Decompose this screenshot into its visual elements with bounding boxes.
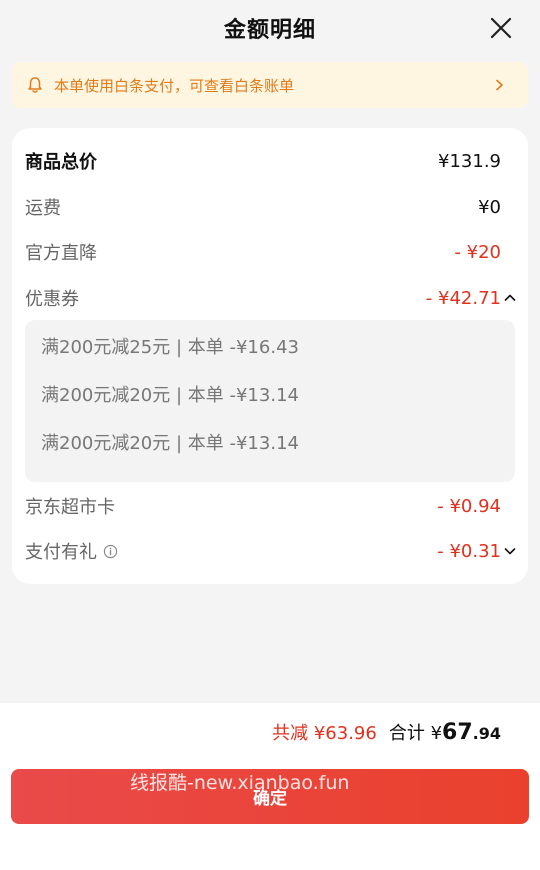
header: 金额明细 [0, 0, 540, 56]
page-title: 金额明细 [223, 18, 316, 43]
price-summary: 共减 ¥63.96 合计 ¥ 67 .94 [272, 719, 501, 747]
amount-detail-card: 商品总价 ¥131.9 运费 ¥0 官方直降 - ¥20 优惠券 - ¥42.7… [12, 128, 528, 584]
info-icon[interactable] [103, 544, 118, 559]
row-supermarket-card: 京东超市卡 - ¥0.94 [25, 491, 501, 521]
row-coupon[interactable]: 优惠券 - ¥42.71 [25, 283, 516, 313]
notice-text: 本单使用白条支付，可查看白条账单 [54, 76, 295, 95]
coupon-detail-box: 满200元减25元 | 本单 -¥16.43 满200元减20元 | 本单 -¥… [25, 320, 515, 482]
payment-gift-label-wrap: 支付有礼 [25, 538, 118, 564]
total-decimal: .94 [472, 724, 501, 743]
supermarket-card-value: - ¥0.94 [437, 495, 501, 517]
chevron-up-icon[interactable] [504, 292, 516, 304]
coupon-value-wrap[interactable]: - ¥42.71 [425, 287, 516, 309]
coupon-item: 满200元减25元 | 本单 -¥16.43 [41, 337, 299, 358]
footer-bar: 共减 ¥63.96 合计 ¥ 67 .94 确定 [0, 703, 540, 870]
shipping-value: ¥0 [478, 196, 501, 218]
coupon-item: 满200元减20元 | 本单 -¥13.14 [41, 385, 299, 406]
supermarket-card-label: 京东超市卡 [25, 497, 115, 518]
shipping-label: 运费 [25, 198, 61, 219]
row-official-discount: 官方直降 - ¥20 [25, 237, 501, 267]
coupon-item: 满200元减20元 | 本单 -¥13.14 [41, 433, 299, 454]
total-price-value: ¥131.9 [438, 150, 501, 172]
payment-gift-value-wrap[interactable]: - ¥0.31 [437, 540, 516, 562]
chevron-down-icon[interactable] [504, 545, 516, 557]
official-discount-label: 官方直降 [25, 243, 97, 264]
close-button[interactable] [488, 15, 514, 41]
total-saved: 共减 ¥63.96 [272, 723, 377, 744]
bell-icon [28, 77, 42, 93]
total-label: 合计 ¥ [388, 723, 443, 744]
payment-gift-label: 支付有礼 [25, 542, 97, 563]
coupon-value: - ¥42.71 [425, 287, 501, 309]
chevron-right-icon [496, 79, 503, 91]
row-payment-gift[interactable]: 支付有礼 - ¥0.31 [25, 536, 516, 566]
baitiao-notice[interactable]: 本单使用白条支付，可查看白条账单 [12, 62, 528, 108]
row-shipping: 运费 ¥0 [25, 192, 501, 222]
confirm-button[interactable]: 确定 [11, 769, 529, 824]
close-icon [490, 17, 512, 39]
coupon-label: 优惠券 [25, 289, 79, 310]
total-integer: 67 [442, 720, 473, 745]
total-price-label: 商品总价 [25, 152, 97, 173]
official-discount-value: - ¥20 [454, 241, 501, 263]
payment-gift-value: - ¥0.31 [437, 540, 501, 562]
row-total-price: 商品总价 ¥131.9 [25, 146, 501, 176]
